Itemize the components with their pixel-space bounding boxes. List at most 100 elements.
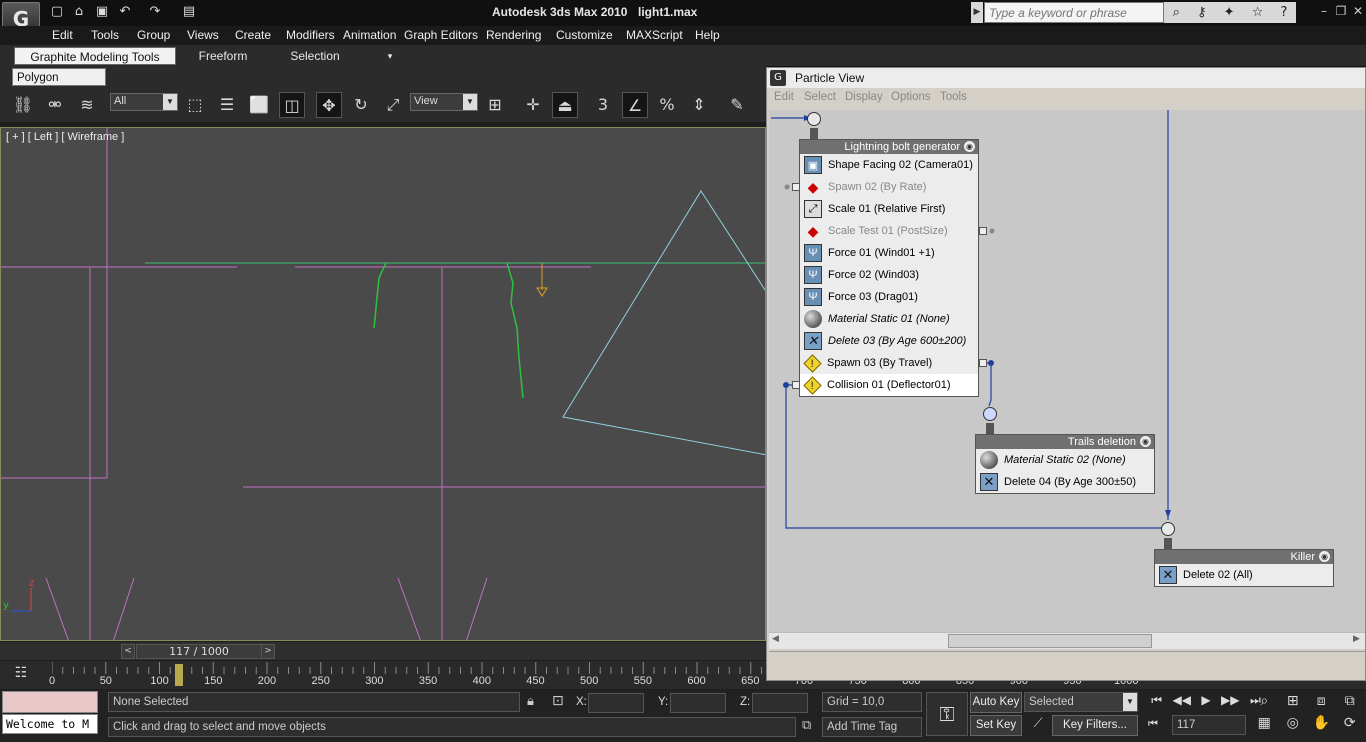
pan-icon[interactable]: ✋ [1307,715,1336,737]
play-icon[interactable]: ▶ [1201,693,1210,713]
operator-material-static-01[interactable]: Material Static 01 (None) [800,308,978,330]
menu-views[interactable]: Views [187,28,219,42]
prev-frame-icon[interactable]: ◀◀ [1172,693,1190,713]
event-trails-deletion[interactable]: Trails deletion ◉ Material Static 02 (Non… [975,434,1155,494]
time-next-button[interactable]: > [261,644,275,659]
event-header[interactable]: Killer ◉ [1155,550,1333,564]
generator-input-node[interactable] [807,112,821,126]
menu-group[interactable]: Group [137,28,170,42]
undo-icon[interactable]: ↶ [116,4,134,20]
event-toggle-icon[interactable]: ◉ [1319,551,1330,562]
close-icon[interactable]: ✕ [1350,4,1366,18]
open-file-icon[interactable]: ⌂ [70,4,88,20]
event-toggle-icon[interactable]: ◉ [964,141,975,152]
select-by-name-icon[interactable]: ☰ [214,92,240,118]
menu-maxscript[interactable]: MAXScript [626,28,683,42]
absolute-mode-icon[interactable]: ⊡ [552,693,564,709]
event-header[interactable]: Trails deletion ◉ [976,435,1154,449]
set-key-big-icon[interactable]: ⚿ [926,692,968,736]
time-config-icon[interactable]: ▦ [1250,715,1279,737]
default-tangents-icon[interactable]: ⟋ [1026,716,1050,736]
window-crossing-icon[interactable]: ◫ [279,92,305,118]
field-of-view-icon[interactable]: ◎ [1279,715,1308,737]
unlink-icon[interactable]: ⚮ [42,92,68,118]
zoom-all-icon[interactable]: ⊞ [1279,693,1308,715]
key-filter-dropdown[interactable]: Selected ▼ [1024,692,1138,712]
trails-input-node[interactable] [983,407,997,421]
zoom-extents-icon[interactable]: ⧈ [1307,693,1336,715]
menu-edit[interactable]: Edit [52,28,73,42]
particle-view-title[interactable]: Particle View [767,68,1365,88]
search-input[interactable] [984,2,1164,23]
maxscript-mini-listener[interactable]: Welcome to M [2,714,98,734]
scale-test-output-port[interactable] [979,227,987,235]
pv-menu-select[interactable]: Select [804,91,836,103]
selection-lock-icon[interactable]: 🔒︎ [527,694,534,709]
menu-help[interactable]: Help [695,28,720,42]
spinner-snap-icon[interactable]: ⇕ [686,92,712,118]
pv-menu-tools[interactable]: Tools [940,91,967,103]
select-object-icon[interactable]: ⬚ [182,92,208,118]
time-tag-icon[interactable]: ⧉ [802,718,811,733]
viewport-left[interactable] [0,127,766,641]
save-file-icon[interactable]: ▣ [93,4,111,20]
restore-icon[interactable]: ❐ [1333,4,1349,18]
zoom-icon[interactable]: ⌕ [1250,693,1279,715]
minimize-icon[interactable]: – [1316,4,1332,18]
ribbon-options-icon[interactable]: ▾ [382,47,398,65]
viewport-label[interactable]: [ + ] [ Left ] [ Wireframe ] [6,131,124,143]
menu-create[interactable]: Create [235,28,271,42]
killer-input-node[interactable] [1161,522,1175,536]
operator-spawn-03[interactable]: ! Spawn 03 (By Travel) [800,352,978,374]
rectangular-selection-icon[interactable]: ⬜ [246,92,272,118]
menu-rendering[interactable]: Rendering [486,28,541,42]
goto-start-icon[interactable]: ⏮ [1151,693,1162,713]
operator-scale-01[interactable]: ⤢ Scale 01 (Relative First) [800,198,978,220]
add-time-tag-button[interactable]: Add Time Tag [822,717,922,737]
redo-icon[interactable]: ↷ [146,4,164,20]
time-prev-button[interactable]: < [121,644,135,659]
select-and-link-icon[interactable]: ⛓ [10,92,36,118]
manipulate-icon[interactable]: ✛ [520,92,546,118]
pv-menu-options[interactable]: Options [891,91,931,103]
bind-space-warp-icon[interactable]: ≋ [74,92,100,118]
new-file-icon[interactable]: ▢ [48,4,66,20]
favorites-star-icon[interactable]: ☆ [1252,5,1264,20]
menu-modifiers[interactable]: Modifiers [286,28,335,42]
trackbar-frame-marker[interactable] [175,664,183,686]
menu-animation[interactable]: Animation [343,28,396,42]
y-coordinate-field[interactable] [670,693,726,713]
select-and-move-icon[interactable]: ✥ [316,92,342,118]
search-expand-icon[interactable]: ▶ [971,2,983,23]
project-folder-icon[interactable]: ▤ [180,4,198,20]
event-header[interactable]: Lightning bolt generator ◉ [800,140,978,154]
angle-snap-icon[interactable]: ∠ [622,92,648,118]
operator-force-03[interactable]: Ψ Force 03 (Drag01) [800,286,978,308]
key-mode-icon[interactable]: ⏮ [1148,717,1158,731]
operator-collision-01[interactable]: ! Collision 01 (Deflector01) [800,374,978,396]
pivot-center-icon[interactable]: ⊞ [482,92,508,118]
select-and-scale-icon[interactable]: ⤢ [380,92,406,118]
operator-spawn-02[interactable]: ◆ Spawn 02 (By Rate) [800,176,978,198]
pv-menu-edit[interactable]: Edit [774,91,794,103]
operator-delete-03[interactable]: ✕ Delete 03 (By Age 600±200) [800,330,978,352]
select-and-rotate-icon[interactable]: ↻ [348,92,374,118]
z-coordinate-field[interactable] [752,693,808,713]
spawn-03-output-port[interactable] [979,359,987,367]
time-slider-thumb[interactable]: 117 / 1000 [136,644,262,659]
help-icon[interactable]: ? [1281,5,1288,20]
keyboard-shortcut-override-icon[interactable]: ⏏ [552,92,578,118]
maxscript-listener-pink[interactable] [2,691,98,713]
scroll-left-icon[interactable]: ◀ [772,634,779,644]
pv-menu-display[interactable]: Display [845,91,883,103]
current-frame-field[interactable]: 117 [1172,715,1246,735]
subscription-icon[interactable]: ✦ [1224,5,1235,20]
percent-snap-icon[interactable]: % [654,92,680,118]
snaps-toggle-icon[interactable]: 3 [590,92,616,118]
next-frame-icon[interactable]: ▶▶ [1221,693,1239,713]
operator-material-static-02[interactable]: Material Static 02 (None) [976,449,1154,471]
binoculars-icon[interactable]: ⌕ [1173,5,1180,20]
event-toggle-icon[interactable]: ◉ [1140,436,1151,447]
tab-selection[interactable]: Selection [280,47,350,65]
auto-key-button[interactable]: Auto Key [970,692,1022,713]
